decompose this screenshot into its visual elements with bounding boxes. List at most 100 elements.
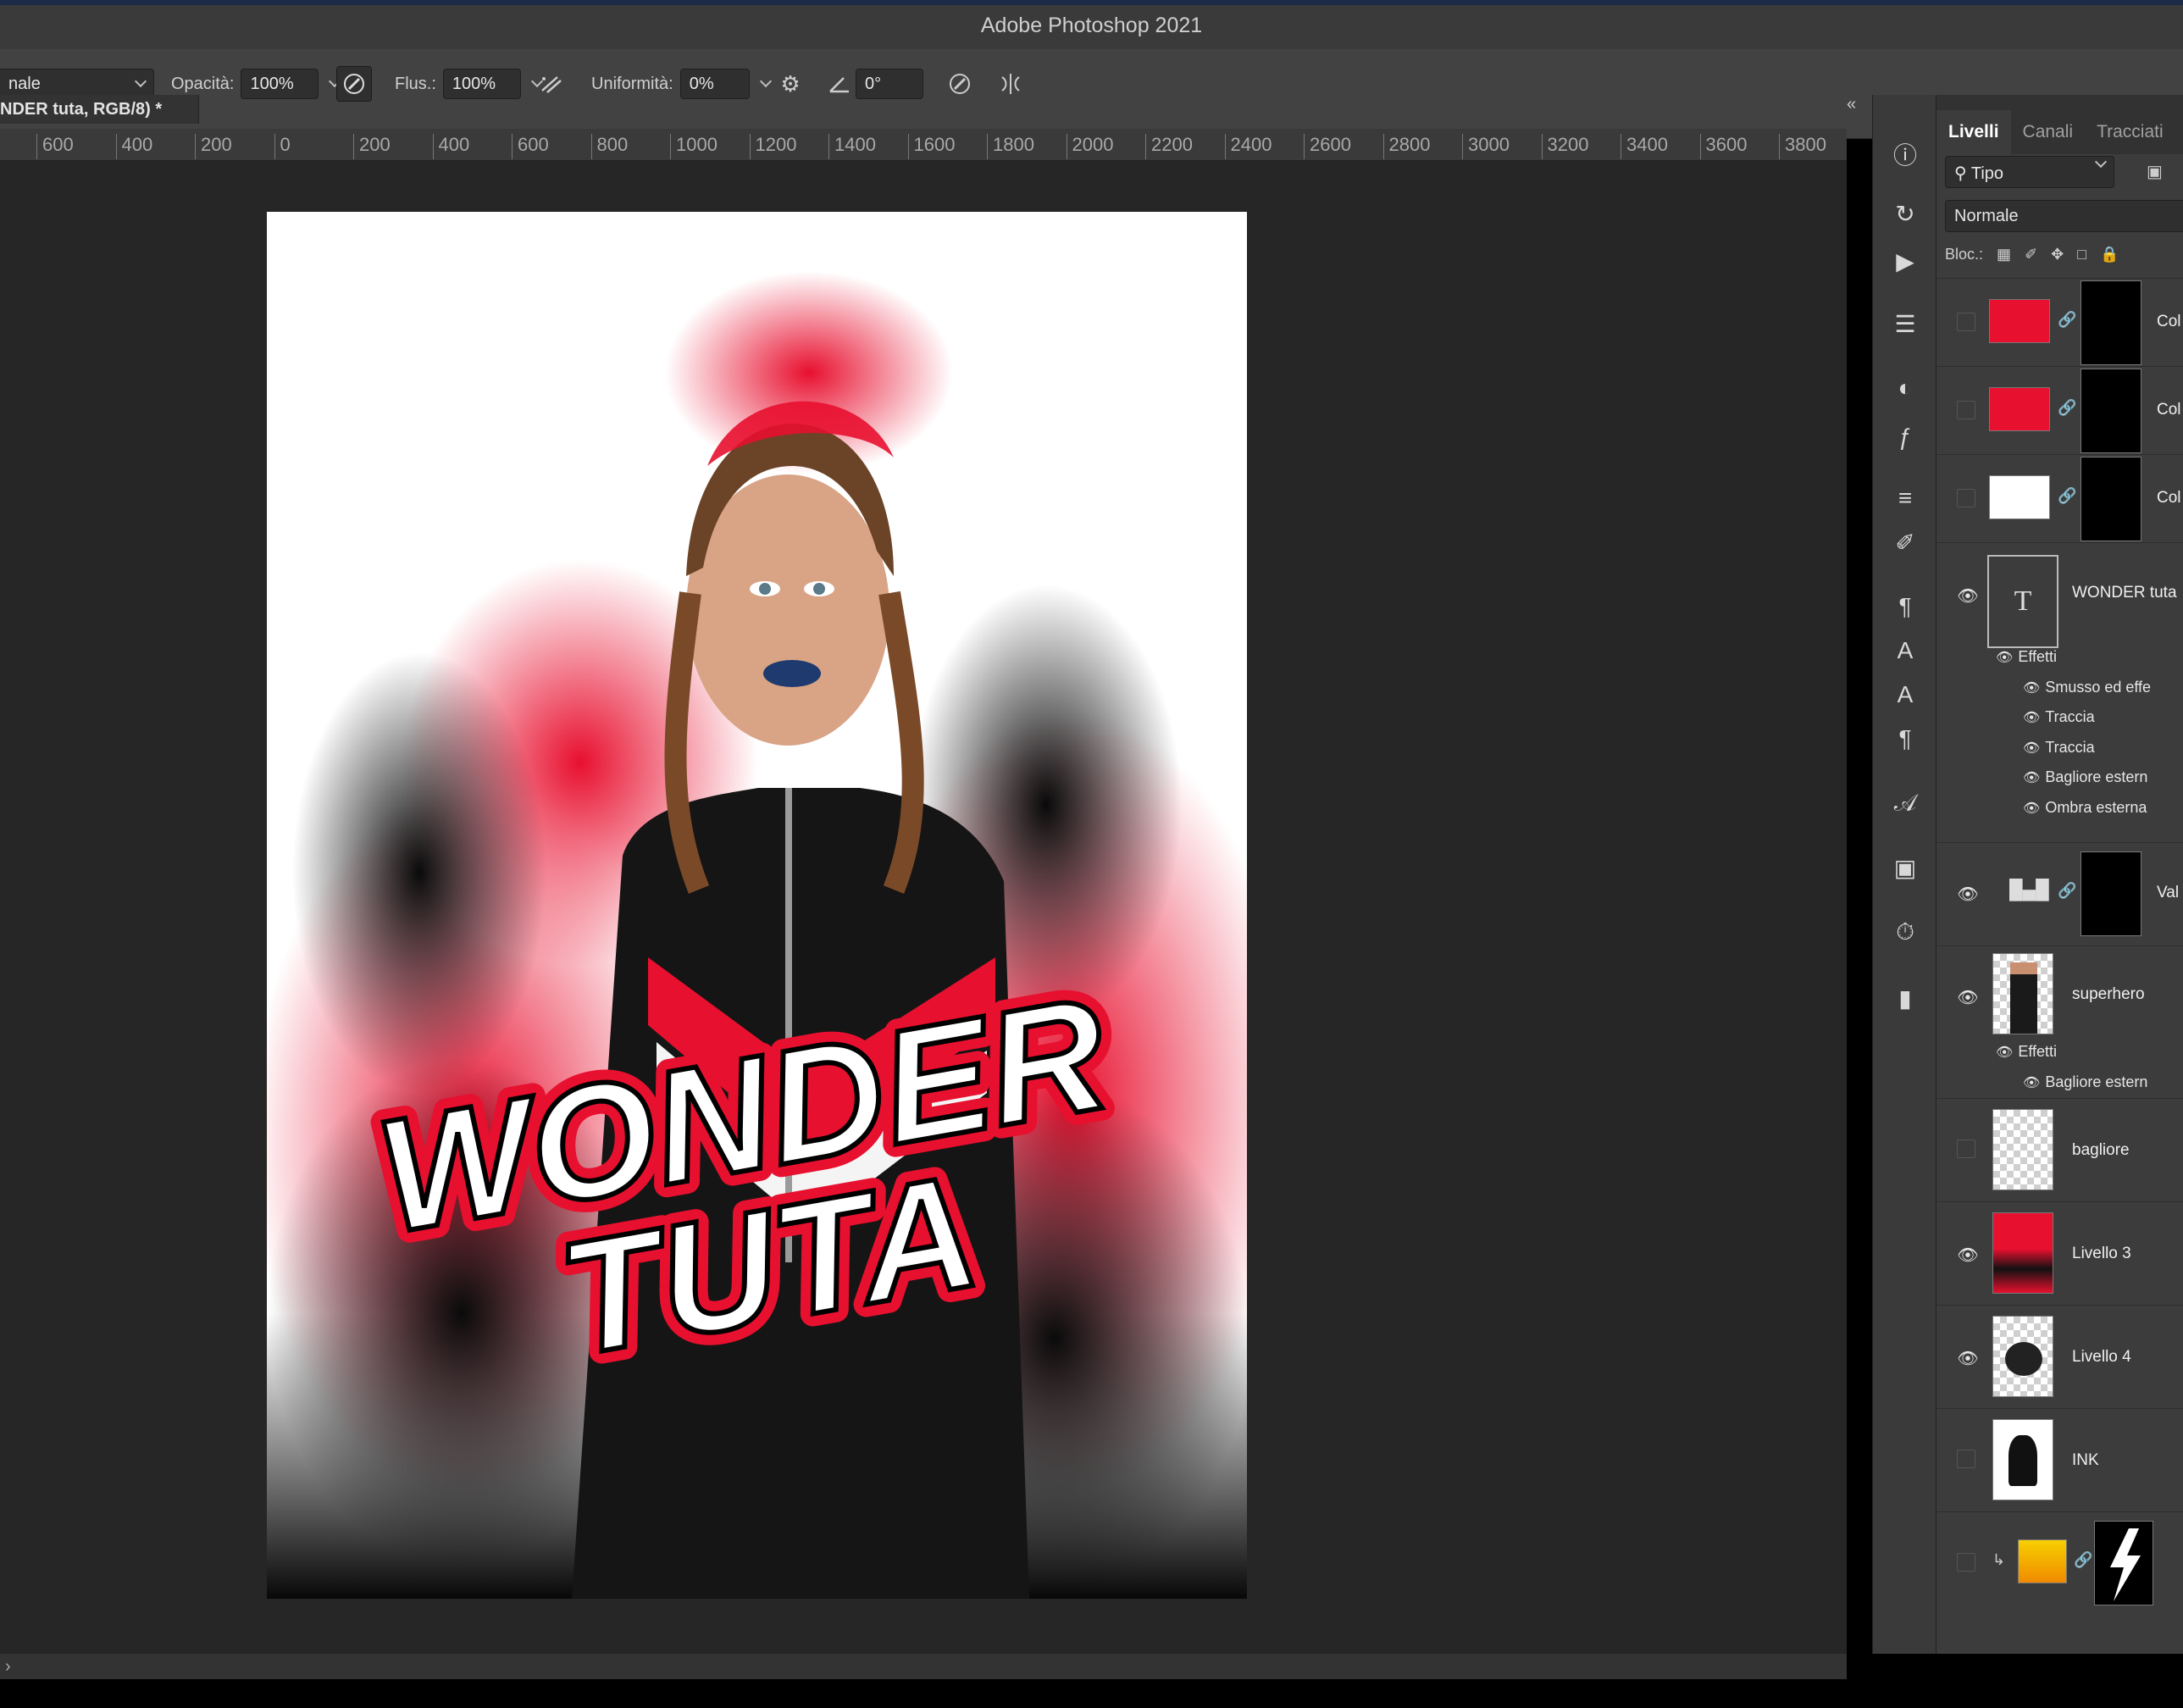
link-icon[interactable]: 🔗 bbox=[2058, 882, 2076, 900]
image-filter-icon[interactable]: ▣ bbox=[2147, 161, 2163, 182]
eye-icon[interactable]: 👁 bbox=[1955, 884, 1981, 904]
brush-settings-icon[interactable]: ✐ bbox=[1888, 525, 1922, 559]
eye-icon[interactable]: 👁 bbox=[2023, 771, 2040, 785]
layer-row[interactable]: 👁 Livello 3 bbox=[1936, 1201, 2183, 1305]
link-icon[interactable]: 🔗 bbox=[2074, 1551, 2092, 1569]
glyphs-icon[interactable]: 𝒜 bbox=[1888, 786, 1922, 820]
ruler-tick: 1200 bbox=[749, 134, 796, 159]
eye-icon[interactable]: 👁 bbox=[1996, 1045, 2013, 1060]
libraries-icon[interactable]: ▣ bbox=[1888, 851, 1922, 884]
flow-input[interactable]: 100% bbox=[442, 69, 521, 99]
link-icon[interactable]: 🔗 bbox=[2058, 399, 2076, 417]
layer-blend-mode-select[interactable]: Normale bbox=[1945, 200, 2183, 232]
history-icon[interactable]: ↻ bbox=[1888, 197, 1922, 230]
chevron-down-icon[interactable] bbox=[759, 75, 772, 88]
visibility-toggle[interactable] bbox=[1957, 401, 1975, 419]
ruler-tick: 3600 bbox=[1699, 134, 1747, 159]
adjustments-icon[interactable]: ☰ bbox=[1888, 307, 1922, 341]
effect-item[interactable]: 👁 Ombra esterna bbox=[2023, 799, 2147, 817]
layer-row[interactable]: INK bbox=[1936, 1408, 2183, 1511]
timeline-icon[interactable]: ⏱ bbox=[1888, 915, 1922, 949]
pressure-size-icon[interactable] bbox=[942, 66, 978, 102]
bottom-edge bbox=[0, 1679, 2183, 1708]
layer-row[interactable]: 🔗 Col bbox=[1936, 366, 2183, 454]
layer-name: Col bbox=[2157, 489, 2181, 507]
effect-item[interactable]: 👁 Traccia bbox=[2023, 708, 2095, 726]
paragraph-styles-icon[interactable]: ¶ bbox=[1888, 590, 1922, 624]
effects-header[interactable]: 👁 Effetti bbox=[1996, 1043, 2057, 1061]
eye-icon[interactable]: 👁 bbox=[1996, 651, 2013, 665]
visibility-toggle[interactable] bbox=[1957, 313, 1975, 331]
smoothing-input[interactable]: 0% bbox=[679, 69, 750, 99]
eye-icon[interactable]: 👁 bbox=[1955, 585, 1981, 606]
layer-row-text[interactable]: 👁 T WONDER tuta 👁 Effetti 👁 Smusso ed effe… bbox=[1936, 542, 2183, 842]
layer-name: Livello 4 bbox=[2072, 1348, 2131, 1366]
layer-row[interactable]: ↳ 🔗 bbox=[1936, 1511, 2183, 1613]
angle-input[interactable]: 0° bbox=[856, 69, 923, 99]
visibility-toggle[interactable] bbox=[1957, 1140, 1975, 1158]
ruler-tick: 3800 bbox=[1779, 134, 1826, 159]
tab-canali[interactable]: Canali bbox=[2011, 122, 2086, 154]
eye-icon[interactable]: 👁 bbox=[2023, 681, 2040, 696]
search-icon: ⚲ bbox=[1954, 164, 1967, 183]
visibility-toggle[interactable] bbox=[1957, 1553, 1975, 1572]
ruler-tick: 2600 bbox=[1304, 134, 1351, 159]
levels-icon: █▄█ bbox=[2009, 879, 2049, 900]
smoothing-control: Uniformità: 0% bbox=[591, 66, 772, 102]
eye-icon[interactable]: 👁 bbox=[2023, 1076, 2040, 1090]
symmetry-icon[interactable] bbox=[993, 66, 1028, 102]
opacity-label: Opacità: bbox=[171, 74, 235, 93]
ruler-tick: 0 bbox=[274, 134, 291, 159]
eye-icon[interactable]: 👁 bbox=[1955, 1348, 1981, 1368]
paragraph-icon[interactable]: ¶ bbox=[1888, 722, 1922, 756]
collapse-panels-button[interactable]: « bbox=[1847, 95, 1872, 120]
opacity-input[interactable]: 100% bbox=[241, 69, 319, 99]
effects-header[interactable]: 👁 Effetti bbox=[1996, 648, 2057, 666]
lock-all-icon[interactable]: 🔒 bbox=[2100, 246, 2119, 263]
layer-row[interactable]: 👁 Livello 4 bbox=[1936, 1305, 2183, 1408]
lock-artboard-icon[interactable]: □ bbox=[2077, 246, 2086, 263]
eye-icon[interactable]: 👁 bbox=[2023, 801, 2040, 816]
link-icon[interactable]: 🔗 bbox=[2058, 311, 2076, 329]
color-icon[interactable]: ◐ bbox=[1888, 371, 1922, 405]
canvas-workspace[interactable]: WONDER WONDER TUTA TUTA bbox=[0, 161, 1847, 1654]
effect-item[interactable]: 👁 Smusso ed effe bbox=[2023, 679, 2151, 696]
layer-row[interactable]: 🔗 Col bbox=[1936, 454, 2183, 542]
chevron-right-icon[interactable]: › bbox=[5, 1657, 11, 1677]
visibility-toggle[interactable] bbox=[1957, 489, 1975, 507]
visibility-toggle[interactable] bbox=[1957, 1450, 1975, 1468]
effect-item[interactable]: 👁 Bagliore estern bbox=[2023, 1073, 2147, 1091]
lock-transparency-icon[interactable]: ▦ bbox=[1997, 246, 2011, 263]
effect-item[interactable]: 👁 Traccia bbox=[2023, 739, 2095, 757]
layer-row[interactable]: bagliore bbox=[1936, 1098, 2183, 1201]
airbrush-icon[interactable] bbox=[534, 66, 569, 102]
tab-livelli[interactable]: Livelli bbox=[1936, 110, 2011, 154]
lock-position-icon[interactable]: ✥ bbox=[2051, 246, 2064, 263]
pressure-opacity-icon[interactable] bbox=[336, 66, 372, 102]
plugins-icon[interactable]: ▮ bbox=[1888, 981, 1922, 1015]
eye-icon[interactable]: 👁 bbox=[2023, 711, 2040, 725]
actions-play-icon[interactable]: ▶ bbox=[1888, 244, 1922, 278]
layer-row[interactable]: 👁 █▄█ 🔗 Val bbox=[1936, 842, 2183, 946]
eye-icon[interactable]: 👁 bbox=[2023, 741, 2040, 756]
styles-fx-icon[interactable]: ƒ bbox=[1888, 420, 1922, 454]
layer-filter-select[interactable]: ⚲ Tipo bbox=[1945, 155, 2114, 188]
properties-icon[interactable]: ≡ bbox=[1888, 481, 1922, 515]
tab-tracciati[interactable]: Tracciati bbox=[2085, 122, 2175, 154]
character-styles-icon[interactable]: A bbox=[1888, 634, 1922, 668]
layer-row[interactable]: 👁 superhero 👁 Effetti 👁 Bagliore estern bbox=[1936, 946, 2183, 1098]
layer-row[interactable]: 🔗 Col bbox=[1936, 278, 2183, 366]
lock-pixels-icon[interactable]: ✐ bbox=[2025, 246, 2037, 263]
ruler-tick: 600 bbox=[512, 134, 549, 159]
eye-icon[interactable]: 👁 bbox=[1955, 1245, 1981, 1265]
link-icon[interactable]: 🔗 bbox=[2058, 487, 2076, 505]
artboard[interactable]: WONDER WONDER TUTA TUTA bbox=[267, 212, 1247, 1599]
eye-icon[interactable]: 👁 bbox=[1955, 987, 1981, 1007]
gear-icon[interactable]: ⚙ bbox=[773, 66, 808, 102]
text-layer-thumbnail: T bbox=[1987, 555, 2058, 648]
effect-item[interactable]: 👁 Bagliore estern bbox=[2023, 768, 2147, 786]
document-tab[interactable]: NDER tuta, RGB/8) * bbox=[0, 95, 199, 124]
info-icon[interactable]: ⓘ bbox=[1888, 137, 1922, 171]
character-icon[interactable]: A bbox=[1888, 678, 1922, 712]
poster-artwork: WONDER WONDER TUTA TUTA bbox=[267, 212, 1247, 1599]
